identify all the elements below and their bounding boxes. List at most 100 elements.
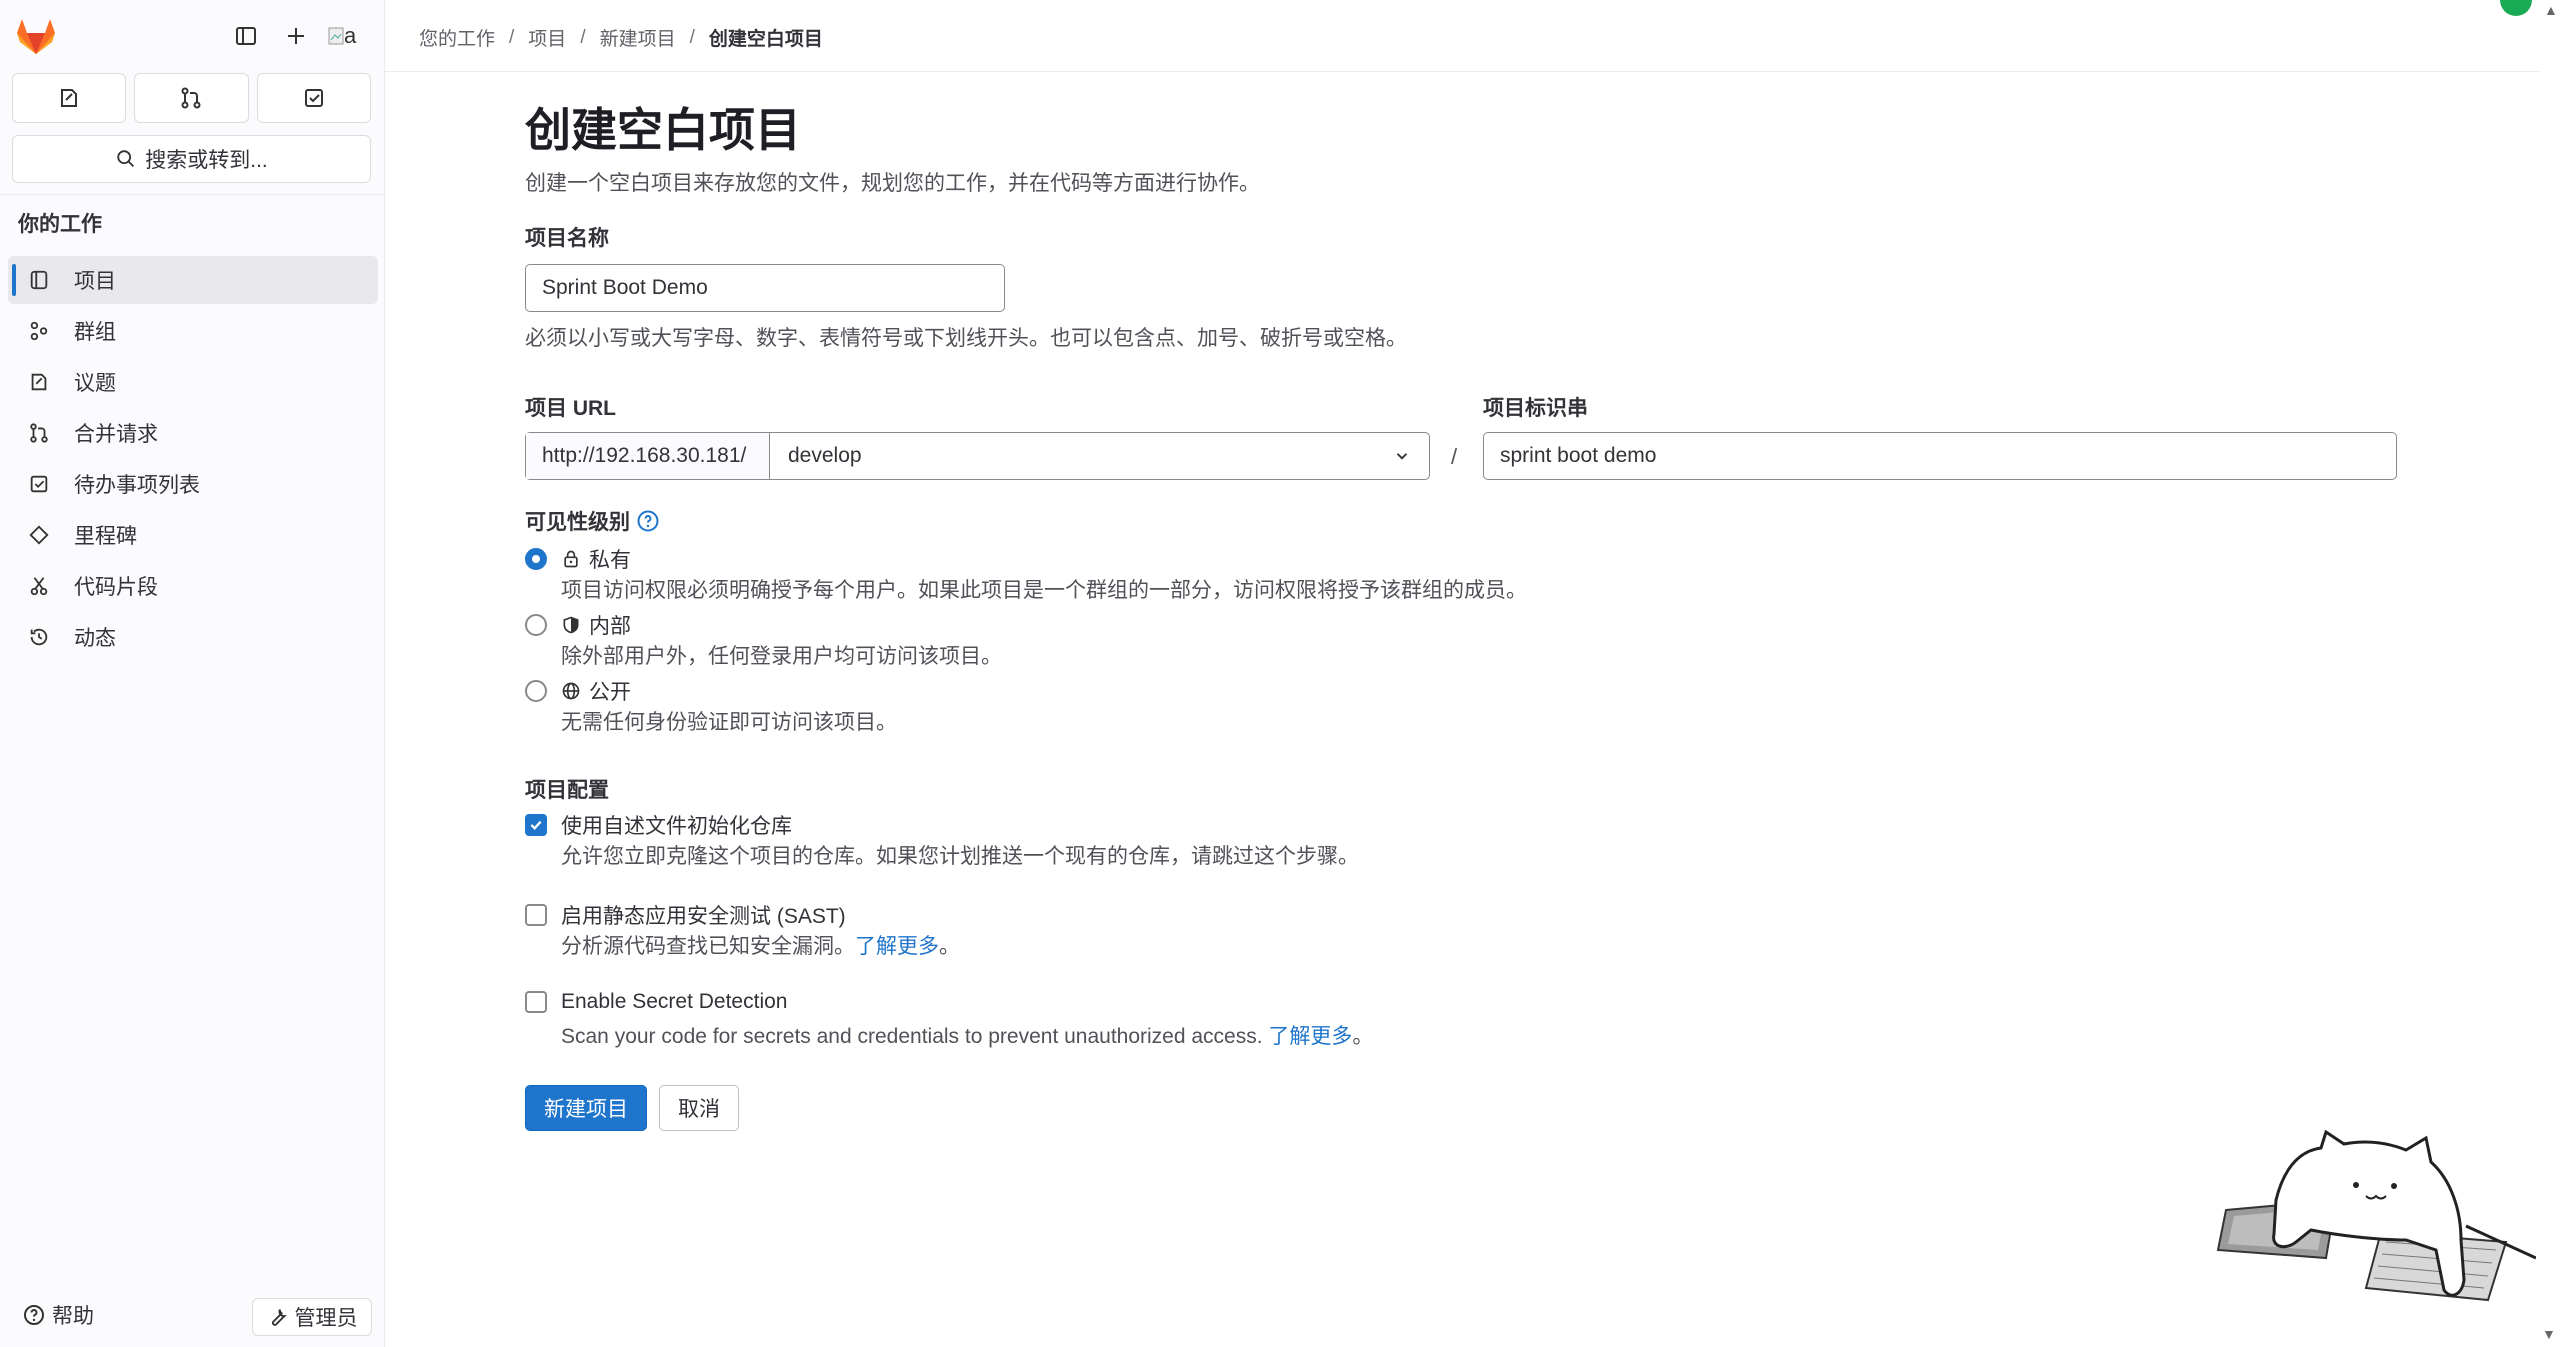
project-url-label: 项目 URL	[525, 397, 616, 420]
help-icon	[24, 1305, 44, 1325]
breadcrumb-current[interactable]: 创建空白项目	[709, 24, 823, 51]
sidebar-divider	[0, 194, 385, 195]
sidebar-footer: 帮助 管理员	[0, 1292, 385, 1342]
corner-badge-icon	[2500, 0, 2532, 16]
merge-requests-tab[interactable]	[134, 73, 249, 123]
todos-tab[interactable]	[256, 73, 371, 123]
cat-mascot-image	[2216, 1130, 2536, 1302]
breadcrumb-item[interactable]: 项目	[528, 24, 566, 51]
issues-tab[interactable]	[12, 73, 127, 123]
init-readme-checkbox[interactable]	[525, 814, 547, 836]
search-button[interactable]: 搜索或转到...	[12, 135, 371, 183]
admin-label: 管理员	[294, 1307, 358, 1330]
sidebar-section-title: 你的工作	[18, 213, 102, 236]
lock-icon	[561, 548, 583, 570]
project-slug-input[interactable]	[1483, 432, 2397, 480]
namespace-select[interactable]: develop	[770, 433, 1429, 479]
sast-option[interactable]: 启用静态应用安全测试 (SAST)	[525, 900, 846, 930]
sidebar-item-label: 待办事项列表	[74, 474, 200, 497]
visibility-internal-option[interactable]: 内部	[525, 610, 631, 640]
sidebar-item-snippets[interactable]: 代码片段	[8, 562, 378, 610]
wrench-icon	[271, 1309, 287, 1326]
visibility-label-row: 可见性级别	[525, 506, 660, 536]
sidebar-item-projects[interactable]: 项目	[8, 256, 378, 304]
scroll-down-arrow[interactable]: ▼	[2542, 1326, 2556, 1342]
page-title: 创建空白项目	[525, 104, 801, 156]
breadcrumb-separator: /	[509, 26, 515, 48]
sidebar: a 搜索或转到... 你的工作 项目 群组 议题 合并请求 待办事项列表 里程碑…	[0, 0, 385, 1347]
sidebar-item-issues[interactable]: 议题	[8, 358, 378, 406]
sidebar-item-activity[interactable]: 动态	[8, 613, 378, 661]
project-url-group: http://192.168.30.181/ develop	[525, 432, 1430, 480]
sast-desc: 分析源代码查找已知安全漏洞。	[561, 935, 855, 958]
visibility-public-radio[interactable]	[525, 680, 547, 702]
toggle-sidebar-icon[interactable]	[228, 18, 264, 54]
sast-learn-more-link[interactable]: 了解更多	[855, 935, 939, 958]
question-icon[interactable]	[636, 509, 660, 533]
project-slug-label: 项目标识串	[1483, 397, 1588, 420]
sidebar-header: a	[0, 0, 385, 70]
milestone-icon	[26, 522, 52, 548]
init-readme-desc: 允许您立即克隆这个项目的仓库。如果您计划推送一个现有的仓库，请跳过这个步骤。	[561, 845, 1359, 868]
todo-icon	[26, 471, 52, 497]
secret-detection-label: Enable Secret Detection	[561, 990, 788, 1013]
sidebar-item-label: 群组	[74, 321, 116, 344]
project-url-prefix: http://192.168.30.181/	[526, 433, 770, 479]
create-project-button[interactable]: 新建项目	[525, 1085, 647, 1131]
avatar-alt-text: a	[344, 23, 357, 48]
visibility-public-label: 公开	[589, 681, 631, 704]
snippet-icon	[26, 573, 52, 599]
project-config-label: 项目配置	[525, 779, 609, 802]
page-description: 创建一个空白项目来存放您的文件，规划您的工作，并在代码等方面进行协作。	[525, 172, 1260, 195]
group-icon	[26, 318, 52, 344]
breadcrumb-item[interactable]: 新建项目	[600, 24, 676, 51]
namespace-value: develop	[788, 444, 862, 467]
sidebar-nav: 项目 群组 议题 合并请求 待办事项列表 里程碑 代码片段 动态	[8, 256, 378, 664]
scroll-up-arrow[interactable]: ▲	[2544, 2, 2558, 18]
merge-request-icon	[26, 420, 52, 446]
check-icon	[530, 820, 542, 831]
search-label: 搜索或转到...	[145, 149, 268, 172]
sidebar-item-todos[interactable]: 待办事项列表	[8, 460, 378, 508]
visibility-private-radio[interactable]	[525, 548, 547, 570]
visibility-internal-label: 内部	[589, 615, 631, 638]
admin-button[interactable]: 管理员	[252, 1298, 372, 1336]
sidebar-item-label: 合并请求	[74, 423, 158, 446]
secret-detection-desc-suffix: 。	[1352, 1025, 1374, 1048]
sidebar-quick-tabs	[12, 73, 371, 123]
secret-detection-learn-more-link[interactable]: 了解更多	[1268, 1025, 1352, 1048]
sidebar-item-milestones[interactable]: 里程碑	[8, 511, 378, 559]
breadcrumb-item[interactable]: 您的工作	[419, 24, 495, 51]
secret-detection-option[interactable]: Enable Secret Detection	[525, 990, 787, 1014]
secret-detection-checkbox[interactable]	[525, 991, 547, 1013]
sast-checkbox[interactable]	[525, 904, 547, 926]
url-slash: /	[1451, 444, 1458, 469]
project-name-help: 必须以小写或大写字母、数字、表情符号或下划线开头。也可以包含点、加号、破折号或空…	[525, 327, 1407, 350]
cancel-button[interactable]: 取消	[659, 1085, 739, 1131]
visibility-private-option[interactable]: 私有	[525, 544, 631, 574]
visibility-internal-radio[interactable]	[525, 614, 547, 636]
project-name-label: 项目名称	[525, 227, 609, 250]
gitlab-logo[interactable]	[14, 16, 58, 56]
visibility-public-option[interactable]: 公开	[525, 676, 631, 706]
breadcrumb-separator: /	[689, 26, 695, 48]
sidebar-item-groups[interactable]: 群组	[8, 307, 378, 355]
sidebar-item-merge-requests[interactable]: 合并请求	[8, 409, 378, 457]
help-button[interactable]: 帮助	[22, 1300, 94, 1330]
top-bar: 您的工作 / 项目 / 新建项目 / 创建空白项目	[385, 0, 2540, 72]
shield-icon	[561, 614, 583, 636]
sidebar-item-label: 里程碑	[74, 525, 137, 548]
plus-icon[interactable]	[278, 18, 314, 54]
history-icon	[26, 624, 52, 650]
chevron-down-icon	[1396, 453, 1408, 460]
visibility-label: 可见性级别	[525, 511, 630, 534]
todo-icon	[304, 89, 323, 107]
sast-desc-row: 分析源代码查找已知安全漏洞。了解更多。	[561, 930, 960, 960]
merge-request-icon	[181, 87, 201, 109]
secret-detection-desc-row: Scan your code for secrets and credentia…	[561, 1020, 1373, 1050]
project-name-input[interactable]	[525, 264, 1005, 312]
breadcrumb: 您的工作 / 项目 / 新建项目 / 创建空白项目	[419, 24, 823, 51]
secret-detection-desc: Scan your code for secrets and credentia…	[561, 1025, 1263, 1048]
avatar[interactable]: a	[328, 18, 368, 54]
init-readme-option[interactable]: 使用自述文件初始化仓库	[525, 810, 792, 840]
